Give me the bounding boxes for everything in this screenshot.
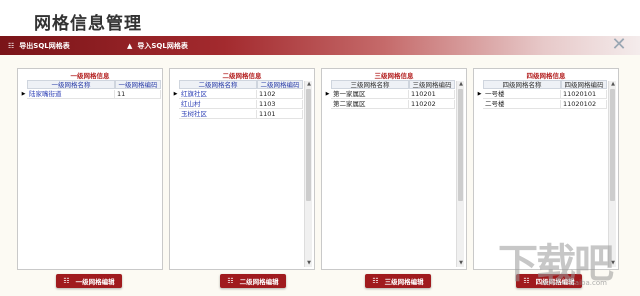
grid-level2: 二级网格名称 二级网格编码 ▶ 红旗社区 1102 红山村 1103 玉树社区 … (172, 80, 303, 267)
panel-level3: 三级网格信息 三级网格名称 三级网格编码 ▶ 第一家属区 110201 第二家属… (321, 68, 467, 270)
column-header[interactable]: 二级网格名称 (179, 80, 257, 89)
row-pointer-icon: ▶ (173, 91, 178, 97)
edit-level1-label: 一级网格编辑 (75, 278, 115, 286)
column-header[interactable]: 四级网格名称 (483, 80, 561, 89)
cell-name[interactable]: 玉树社区 (179, 110, 257, 119)
cell-name[interactable]: 一号楼 (483, 90, 561, 99)
vertical-scrollbar[interactable]: ▲ ▼ (304, 81, 312, 267)
column-header[interactable]: 一级网格编码 (115, 80, 161, 89)
scroll-thumb[interactable] (306, 89, 311, 201)
cell-code[interactable]: 110202 (409, 100, 455, 109)
scroll-thumb[interactable] (458, 89, 463, 201)
cell-code[interactable]: 1102 (257, 90, 303, 99)
column-header[interactable]: 三级网格名称 (331, 80, 409, 89)
scroll-up-icon[interactable]: ▲ (305, 81, 313, 88)
table-row[interactable]: 二号楼 11020102 (476, 100, 607, 109)
table-row[interactable]: 红山村 1103 (172, 100, 303, 109)
table-row[interactable]: ▶ 一号楼 11020101 (476, 90, 607, 99)
panel-title: 一级网格信息 (70, 72, 110, 80)
watermark: 下载吧 www.xiazaiba.com (498, 231, 628, 291)
scroll-down-icon[interactable]: ▼ (305, 260, 313, 267)
column-header[interactable]: 三级网格编码 (409, 80, 455, 89)
cell-name[interactable]: 陆家嘴街道 (27, 90, 115, 99)
row-pointer-icon: ▶ (325, 91, 330, 97)
export-sql-button[interactable]: ☷ 导出SQL网格表 (8, 36, 70, 55)
cell-code[interactable]: 11020101 (561, 90, 607, 99)
table-row[interactable]: ▶ 第一家属区 110201 (324, 90, 455, 99)
arrow-up-icon: ▲ (127, 41, 133, 50)
cell-code[interactable]: 1101 (257, 110, 303, 119)
cell-name[interactable]: 第一家属区 (331, 90, 409, 99)
grid-level3: 三级网格名称 三级网格编码 ▶ 第一家属区 110201 第二家属区 11020… (324, 80, 455, 267)
table-header: 二级网格名称 二级网格编码 (172, 80, 303, 89)
grid-level1: 一级网格名称 一级网格编码 ▶ 陆家嘴街道 11 (20, 80, 161, 267)
panel-level1: 一级网格信息 一级网格名称 一级网格编码 ▶ 陆家嘴街道 11 (17, 68, 163, 270)
cell-code[interactable]: 11020102 (561, 100, 607, 109)
grid-icon: ☷ (8, 41, 15, 50)
edit-level3-label: 三级网格编辑 (384, 278, 424, 286)
close-icon[interactable]: ✕ (610, 36, 628, 54)
cell-code[interactable]: 110201 (409, 90, 455, 99)
toolbar: ☷ 导出SQL网格表 ▲ 导入SQL网格表 (0, 36, 640, 55)
panel-title: 二级网格信息 (222, 72, 262, 80)
cell-name[interactable]: 红旗社区 (179, 90, 257, 99)
import-sql-label: 导入SQL网格表 (137, 41, 188, 50)
scroll-up-icon[interactable]: ▲ (457, 81, 465, 88)
scroll-down-icon[interactable]: ▼ (457, 260, 465, 267)
table-header: 一级网格名称 一级网格编码 (20, 80, 161, 89)
table-header: 四级网格名称 四级网格编码 (476, 80, 607, 89)
watermark-url: www.xiazaiba.com (542, 279, 607, 287)
table-header: 三级网格名称 三级网格编码 (324, 80, 455, 89)
edit-level2-button[interactable]: ☷ 二级网格编辑 (220, 274, 286, 288)
table-row[interactable]: 玉树社区 1101 (172, 110, 303, 119)
row-pointer-icon: ▶ (21, 91, 26, 97)
panel-title: 三级网格信息 (374, 72, 414, 80)
edit-level2-label: 二级网格编辑 (239, 278, 279, 286)
scroll-thumb[interactable] (610, 89, 615, 201)
column-header[interactable]: 一级网格名称 (27, 80, 115, 89)
grid-icon: ☷ (227, 277, 234, 285)
edit-level3-button[interactable]: ☷ 三级网格编辑 (365, 274, 431, 288)
column-header[interactable]: 二级网格编码 (257, 80, 303, 89)
vertical-scrollbar[interactable]: ▲ ▼ (456, 81, 464, 267)
cell-code[interactable]: 11 (115, 90, 161, 99)
export-sql-label: 导出SQL网格表 (19, 41, 70, 50)
grid-icon: ☷ (63, 277, 70, 285)
grid-icon: ☷ (372, 277, 379, 285)
row-pointer-icon: ▶ (477, 91, 482, 97)
import-sql-button[interactable]: ▲ 导入SQL网格表 (127, 36, 188, 55)
table-row[interactable]: ▶ 陆家嘴街道 11 (20, 90, 161, 99)
scroll-up-icon[interactable]: ▲ (609, 81, 617, 88)
cell-name[interactable]: 红山村 (179, 100, 257, 109)
column-header[interactable]: 四级网格编码 (561, 80, 607, 89)
page-title: 网格信息管理 (34, 14, 142, 34)
table-row[interactable]: ▶ 红旗社区 1102 (172, 90, 303, 99)
cell-name[interactable]: 二号楼 (483, 100, 561, 109)
cell-name[interactable]: 第二家属区 (331, 100, 409, 109)
table-row[interactable]: 第二家属区 110202 (324, 100, 455, 109)
cell-code[interactable]: 1103 (257, 100, 303, 109)
edit-level1-button[interactable]: ☷ 一级网格编辑 (56, 274, 122, 288)
panel-title: 四级网格信息 (526, 72, 566, 80)
panel-level2: 二级网格信息 二级网格名称 二级网格编码 ▶ 红旗社区 1102 红山村 110… (169, 68, 315, 270)
